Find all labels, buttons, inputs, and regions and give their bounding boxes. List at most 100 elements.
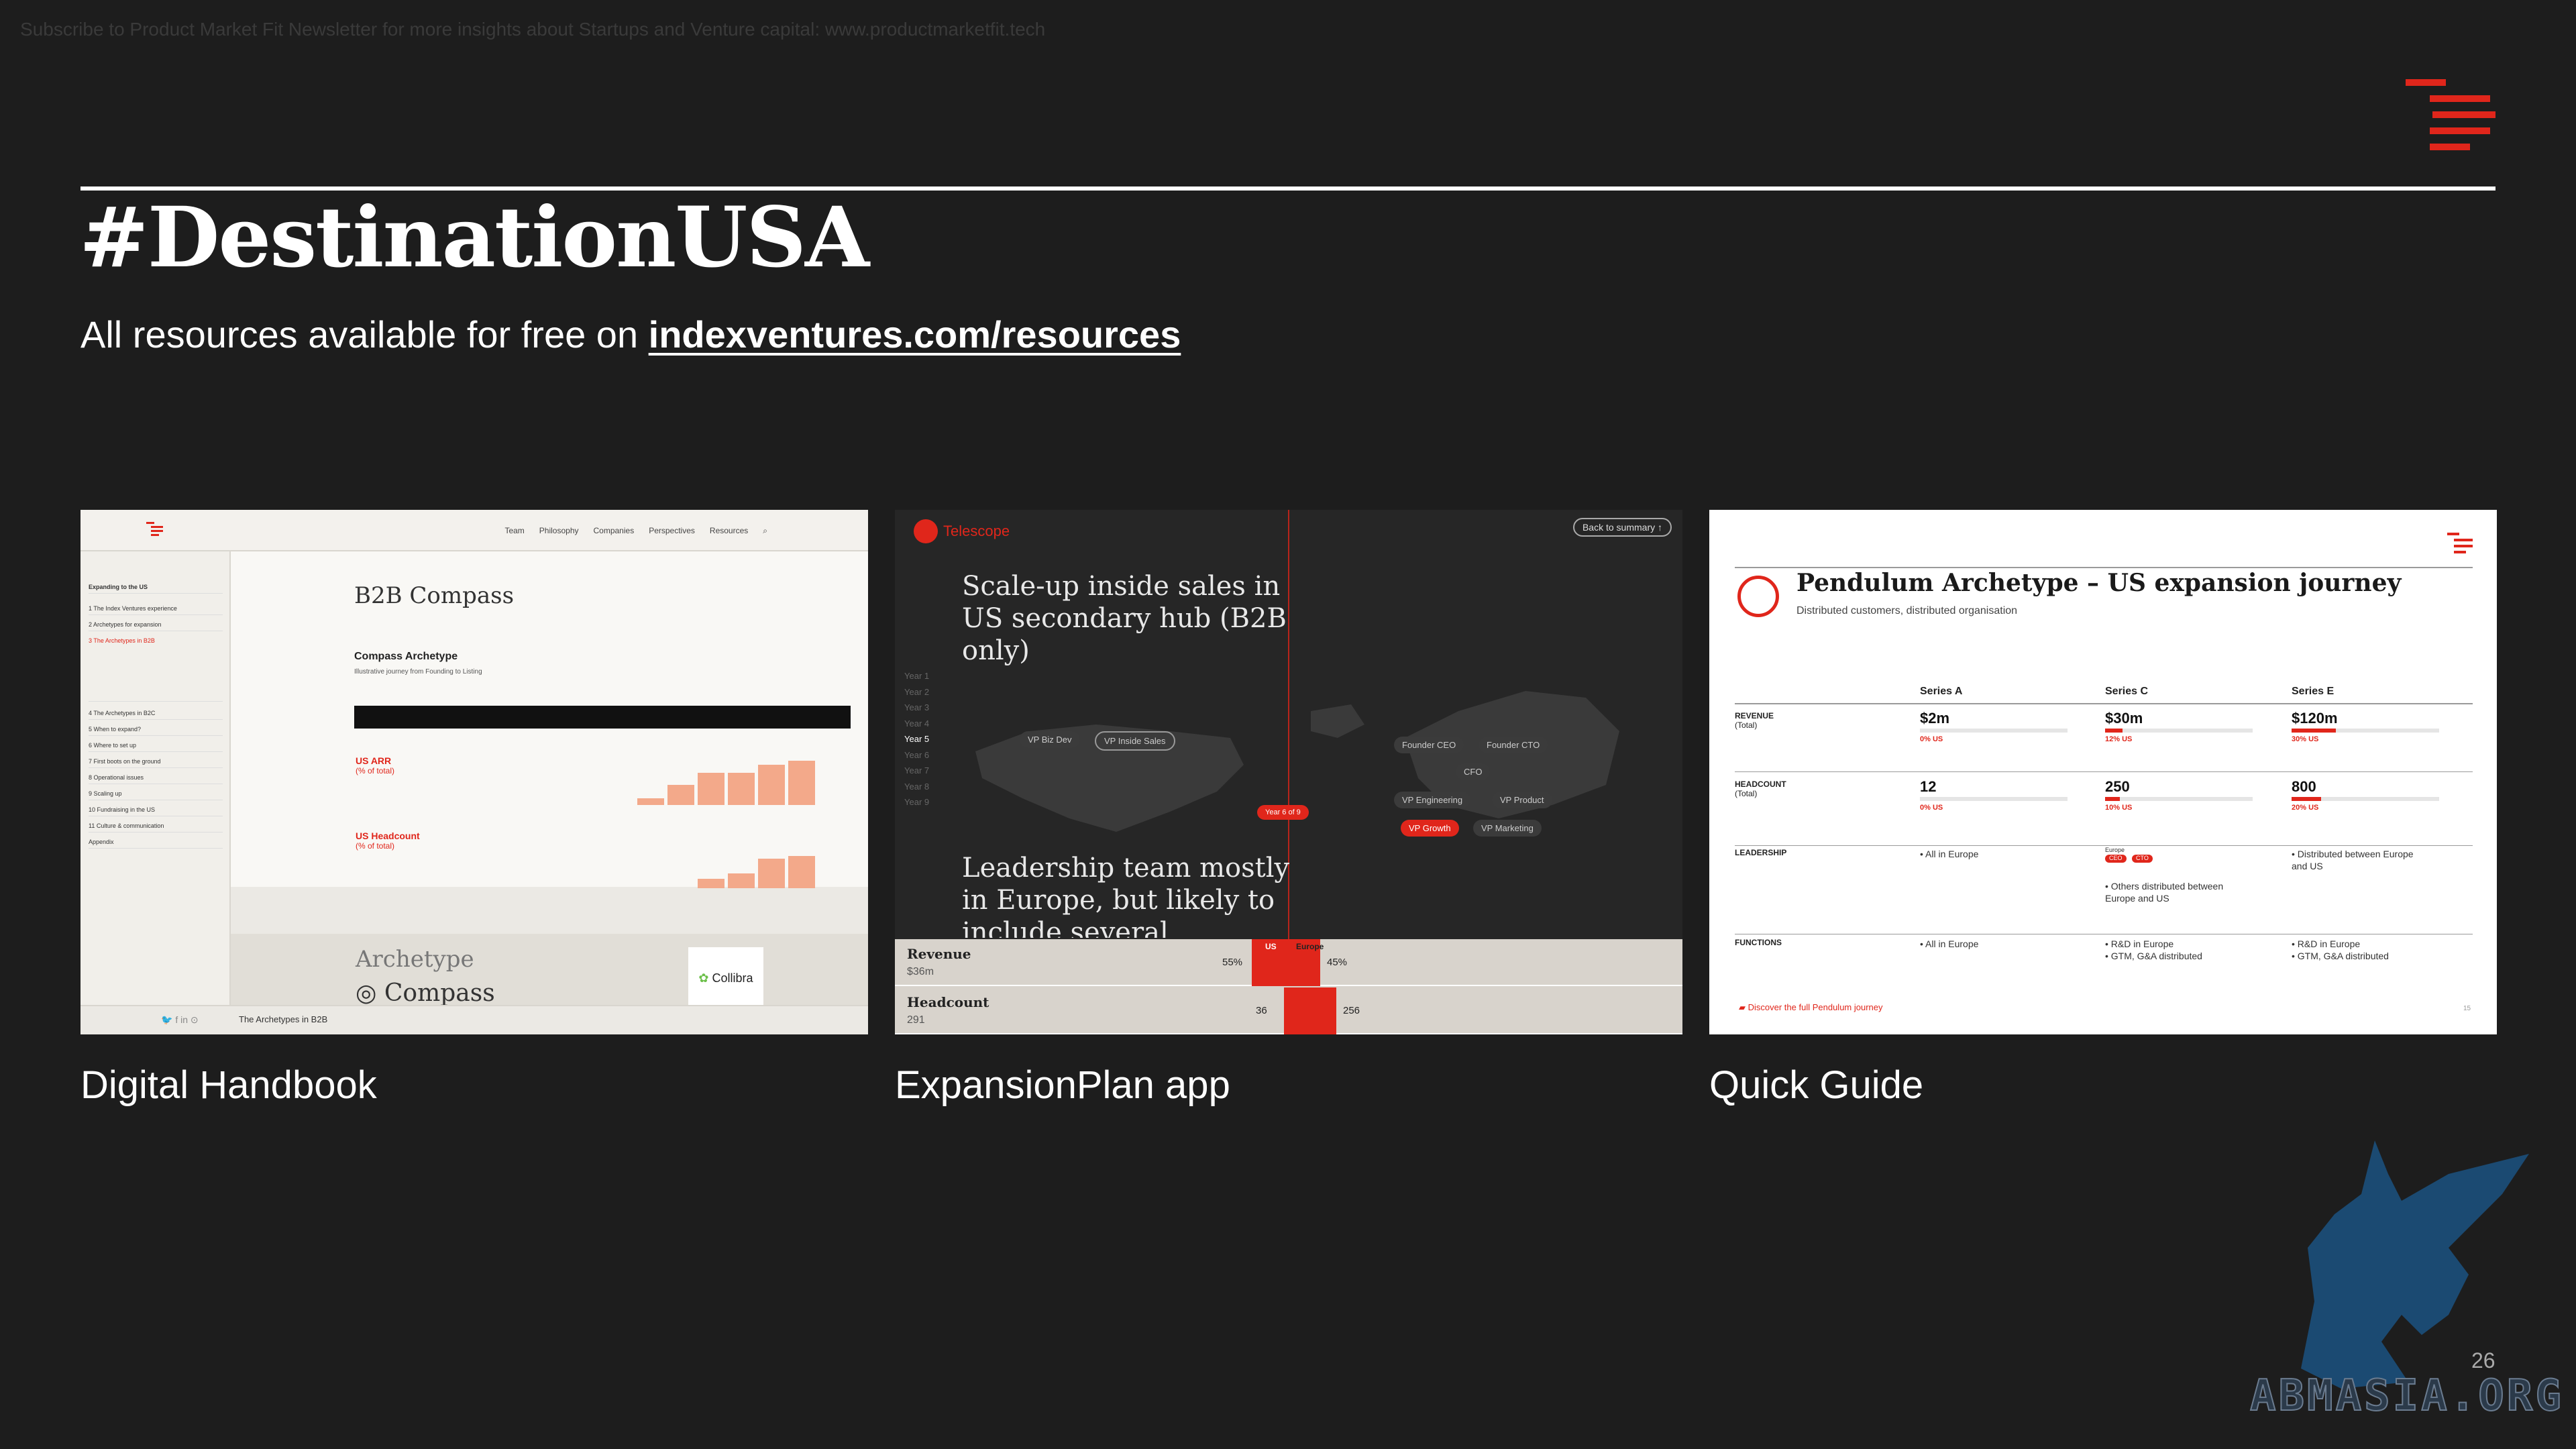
- sidebar-item[interactable]: 5 When to expand?: [89, 726, 223, 736]
- headline-top: Scale-up inside sales in US secondary hu…: [962, 571, 1287, 666]
- back-to-summary-button[interactable]: Back to summary ↑: [1572, 518, 1672, 537]
- archetype-name: ◎ Compass: [356, 979, 495, 1007]
- book-icon: ▰: [1739, 1002, 1746, 1012]
- revenue-total: $36m: [907, 966, 934, 977]
- nav-philosophy[interactable]: Philosophy: [539, 526, 579, 536]
- sidebar-item-active[interactable]: 3 The Archetypes in B2B: [89, 637, 223, 702]
- sidebar-item[interactable]: Appendix: [89, 839, 223, 849]
- functions-series-a: • All in Europe: [1920, 938, 1979, 949]
- leadership-series-a: • All in Europe: [1920, 849, 1979, 859]
- handbook-nav: Team Philosophy Companies Perspectives R…: [504, 526, 767, 536]
- caption-digital-handbook: Digital Handbook: [80, 1063, 377, 1107]
- slide-page-number: 26: [2471, 1348, 2496, 1373]
- headcount-eu-bar: [1289, 987, 1336, 1034]
- nav-companies[interactable]: Companies: [594, 526, 635, 536]
- headcount-fill: [2292, 797, 2321, 801]
- sidebar-item[interactable]: 1 The Index Ventures experience: [89, 605, 223, 615]
- revenue-us-pct: 55%: [1222, 957, 1243, 968]
- year-item[interactable]: Year 2: [904, 684, 929, 700]
- nav-team[interactable]: Team: [504, 526, 524, 536]
- year-item[interactable]: Year 9: [904, 794, 929, 810]
- bottom-section-label: The Archetypes in B2B: [239, 1014, 328, 1024]
- quick-guide-screenshot[interactable]: Pendulum Archetype – US expansion journe…: [1709, 510, 2497, 1034]
- year-item[interactable]: Year 3: [904, 700, 929, 716]
- functions-row-label: FUNCTIONS: [1735, 938, 1782, 947]
- chip-vp-engineering[interactable]: VP Engineering: [1394, 792, 1471, 808]
- cta-label: Discover the full Pendulum journey: [1748, 1002, 1883, 1012]
- leadership-chip-cto: CTO: [2132, 855, 2153, 863]
- chip-vp-product[interactable]: VP Product: [1492, 792, 1552, 808]
- page-title: #DestinationUSA: [79, 189, 869, 286]
- headline-bottom: Leadership team mostly in Europe, but li…: [962, 853, 1290, 938]
- sidebar-item[interactable]: 9 Scaling up: [89, 790, 223, 800]
- sidebar-item[interactable]: 6 Where to set up: [89, 742, 223, 752]
- chip-vp-marketing[interactable]: VP Marketing: [1473, 820, 1542, 837]
- headcount-fill: [2105, 797, 2120, 801]
- headcount-us-a: 0% US: [1920, 804, 1943, 812]
- guide-page-number: 15: [2463, 1005, 2471, 1012]
- nav-perspectives[interactable]: Perspectives: [649, 526, 695, 536]
- year-header-bar: [354, 706, 851, 729]
- year-list: Year 1 Year 2 Year 3 Year 4 Year 5 Year …: [904, 668, 929, 810]
- collibra-label: Collibra: [712, 971, 753, 985]
- row-divider: [1735, 845, 2473, 846]
- sidebar-item[interactable]: 2 Archetypes for expansion: [89, 621, 223, 631]
- archetype-label: Archetype: [356, 946, 474, 973]
- sidebar-item[interactable]: 7 First boots on the ground: [89, 758, 223, 768]
- social-icons[interactable]: 🐦 f in ⊙: [161, 1014, 199, 1026]
- col-series-c: Series C: [2105, 686, 2149, 697]
- sidebar-item[interactable]: 4 The Archetypes in B2C: [89, 710, 223, 720]
- collibra-logo-icon: ✿: [698, 971, 709, 985]
- row-divider: [1735, 771, 2473, 772]
- leadership-chip-ceo: CEO: [2105, 855, 2127, 863]
- chip-founder-ceo[interactable]: Founder CEO: [1394, 737, 1464, 753]
- headcount-track: [2292, 797, 2439, 801]
- col-series-e: Series E: [2292, 686, 2334, 697]
- chip-vp-biz-dev[interactable]: VP Biz Dev: [1020, 731, 1080, 748]
- revenue-track: [2105, 729, 2253, 733]
- newsletter-notice: Subscribe to Product Market Fit Newslett…: [20, 19, 1046, 40]
- digital-handbook-screenshot[interactable]: Team Philosophy Companies Perspectives R…: [80, 510, 868, 1034]
- expansion-plan-screenshot[interactable]: Telescope Back to summary ↑ Scale-up ins…: [895, 510, 1682, 1034]
- year-item[interactable]: Year 1: [904, 668, 929, 684]
- headcount-eu: 256: [1343, 1005, 1360, 1016]
- chip-vp-growth[interactable]: VP Growth: [1401, 820, 1459, 837]
- headcount-label: Headcount: [907, 994, 989, 1010]
- sidebar-item[interactable]: 11 Culture & communication: [89, 822, 223, 833]
- year-item[interactable]: Year 6: [904, 747, 929, 763]
- chip-founder-cto[interactable]: Founder CTO: [1479, 737, 1548, 753]
- headcount-us: 36: [1256, 1005, 1267, 1016]
- col-series-a: Series A: [1920, 686, 1963, 697]
- guide-subtitle: Distributed customers, distributed organ…: [1796, 605, 2018, 616]
- collibra-badge[interactable]: ✿ Collibra: [688, 947, 763, 1009]
- index-logo-icon: [2447, 533, 2473, 553]
- sidebar-item[interactable]: 10 Fundraising in the US: [89, 806, 223, 816]
- us-arr-sub: (% of total): [356, 766, 395, 775]
- nav-resources[interactable]: Resources: [710, 526, 748, 536]
- chip-cfo[interactable]: CFO: [1456, 763, 1491, 780]
- chip-vp-inside-sales[interactable]: VP Inside Sales: [1095, 731, 1175, 751]
- resources-link[interactable]: indexventures.com/resources: [649, 313, 1181, 356]
- revenue-fill: [2292, 729, 2336, 733]
- revenue-us-a: 0% US: [1920, 735, 1943, 743]
- handbook-bar-chart: [637, 761, 815, 888]
- revenue-us-e: 30% US: [2292, 735, 2319, 743]
- search-icon[interactable]: ⌕: [763, 526, 767, 536]
- headcount-row-label: HEADCOUNT: [1735, 780, 1786, 789]
- headcount-us-bar: [1284, 987, 1289, 1034]
- leadership-europe-label: Europe: [2105, 847, 2125, 853]
- year-item-active[interactable]: Year 5: [904, 731, 929, 747]
- telescope-logo-icon: [914, 519, 938, 543]
- revenue-fill: [2105, 729, 2123, 733]
- sidebar-item[interactable]: 8 Operational issues: [89, 774, 223, 784]
- headcount-series-a: 12: [1920, 778, 1937, 795]
- year-item[interactable]: Year 4: [904, 716, 929, 732]
- discover-journey-link[interactable]: ▰ Discover the full Pendulum journey: [1739, 1002, 1883, 1013]
- year-item[interactable]: Year 7: [904, 763, 929, 779]
- headcount-us-c: 10% US: [2105, 804, 2133, 812]
- index-logo-icon: [146, 522, 163, 536]
- year-item[interactable]: Year 8: [904, 779, 929, 795]
- revenue-series-c: $30m: [2105, 710, 2143, 727]
- guide-title: Pendulum Archetype – US expansion journe…: [1796, 569, 2402, 597]
- headcount-series-e: 800: [2292, 778, 2316, 795]
